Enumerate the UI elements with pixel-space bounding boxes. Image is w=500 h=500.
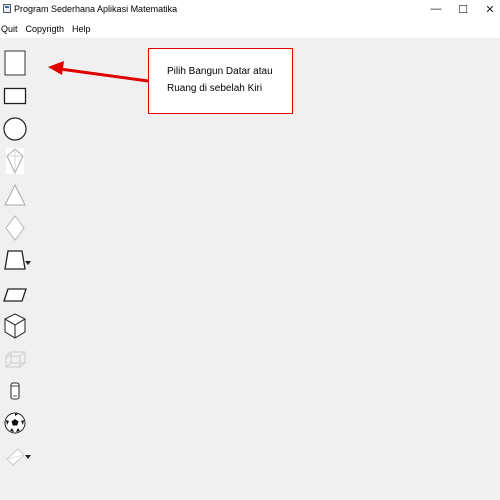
close-icon: ✕: [485, 3, 495, 16]
tool-cube[interactable]: [1, 311, 29, 341]
close-button[interactable]: ✕: [474, 0, 500, 18]
trapezoid-dropdown-arrow[interactable]: [25, 260, 31, 266]
cylinder-icon: [10, 382, 20, 400]
window-title: Program Sederhana Aplikasi Matematika: [14, 4, 178, 14]
trapezoid-icon: [4, 250, 26, 270]
menu-help[interactable]: Help: [71, 20, 95, 38]
menu-bar: Quit Copyrigth Help: [0, 20, 500, 38]
sphere-ball-icon: [4, 412, 26, 434]
menu-quit[interactable]: Quit: [0, 20, 22, 38]
cone-dropdown-arrow[interactable]: [25, 454, 31, 460]
triangle-icon: [4, 183, 26, 206]
parallelogram-icon: [3, 288, 27, 302]
pointer-arrow: [48, 61, 149, 83]
minimize-icon: —: [430, 3, 442, 15]
tool-rhombus[interactable]: [1, 213, 29, 243]
tool-circle[interactable]: [1, 114, 29, 144]
cone-icon: [6, 448, 25, 466]
tool-cylinder[interactable]: [1, 376, 29, 406]
tool-parallelogram[interactable]: [1, 280, 29, 310]
cube-icon: [4, 313, 26, 339]
cuboid-icon: [5, 351, 26, 368]
tool-sphere[interactable]: [1, 408, 29, 438]
circle-icon: [3, 117, 27, 141]
tool-square[interactable]: [1, 48, 29, 78]
tool-triangle[interactable]: [1, 180, 29, 210]
menu-copyright[interactable]: Copyrigth: [25, 20, 69, 38]
instruction-text: Pilih Bangun Datar atau Ruang di sebelah…: [167, 66, 273, 94]
shape-toolbar: [0, 48, 38, 500]
tool-rectangle[interactable]: [1, 81, 29, 111]
app-icon: [3, 4, 11, 13]
instruction-callout: Pilih Bangun Datar atau Ruang di sebelah…: [148, 48, 293, 114]
tool-cuboid[interactable]: [1, 345, 29, 375]
square-icon: [4, 50, 26, 76]
tool-kite[interactable]: [1, 146, 29, 176]
rhombus-icon: [5, 215, 25, 241]
rectangle-icon: [3, 87, 27, 105]
maximize-icon: ☐: [458, 3, 468, 16]
kite-icon: [6, 148, 24, 175]
title-bar: Program Sederhana Aplikasi Matematika — …: [0, 0, 500, 20]
